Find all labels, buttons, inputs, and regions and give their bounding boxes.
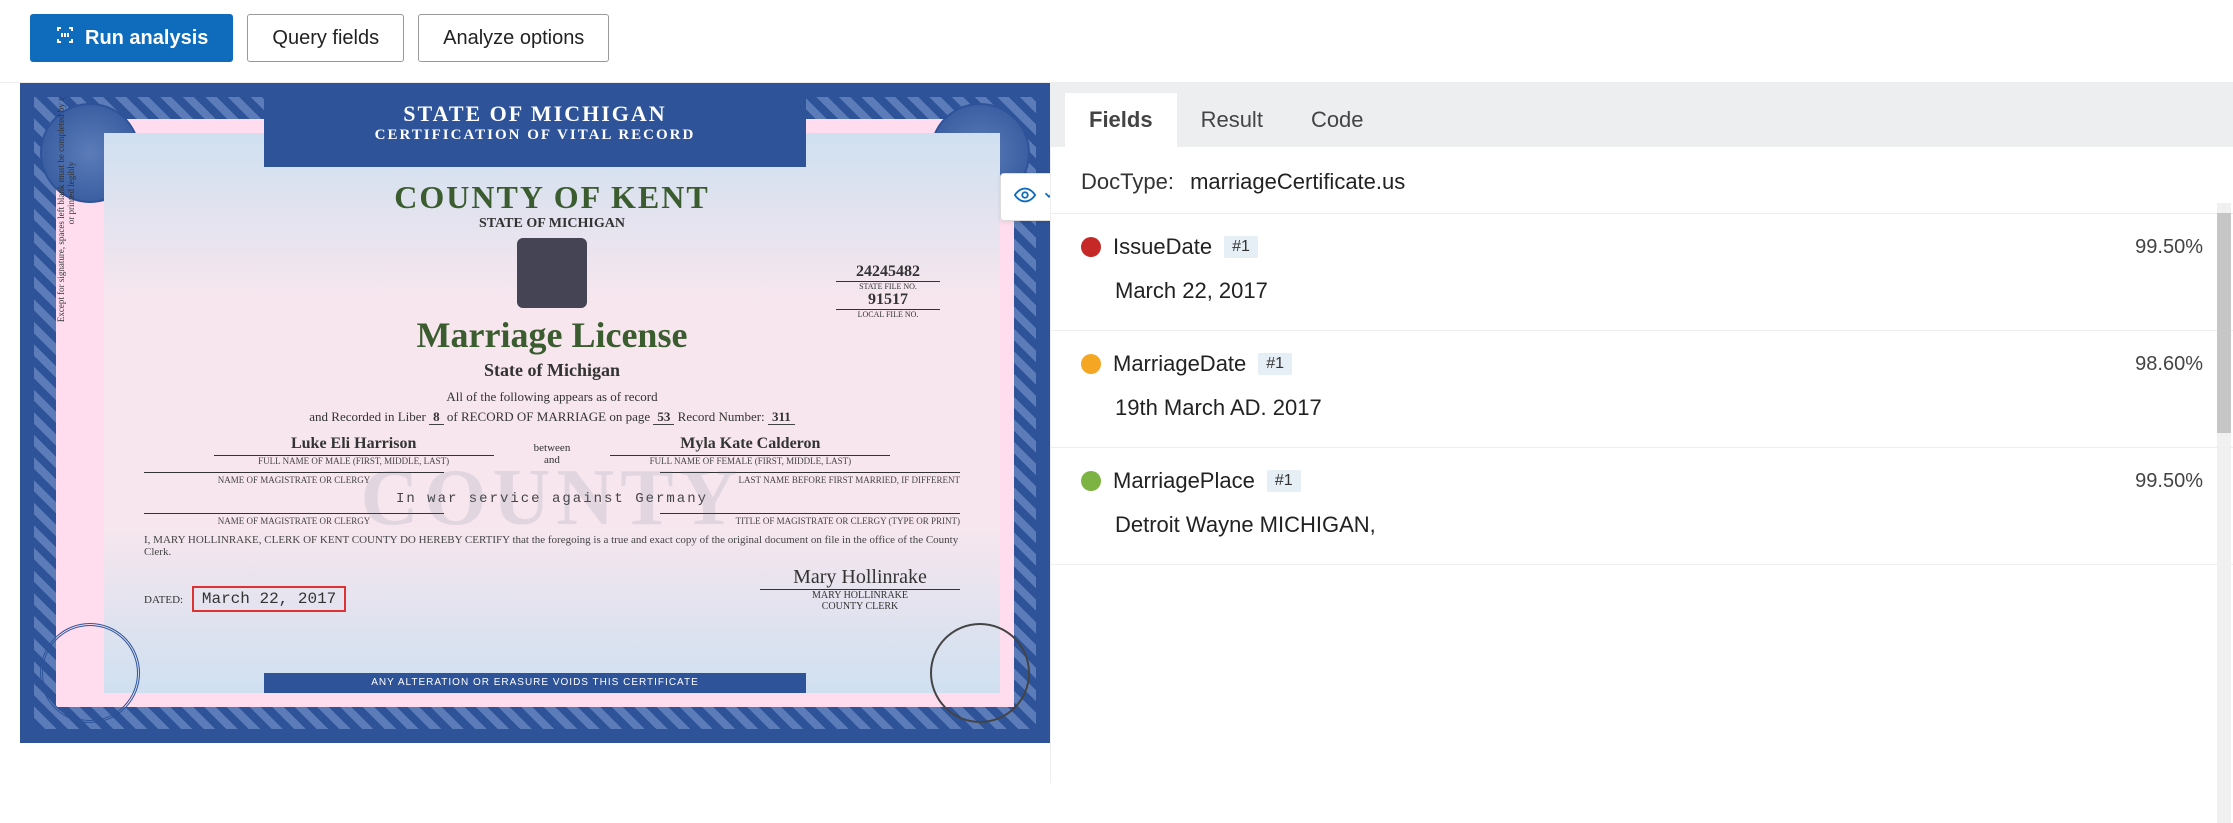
scan-icon xyxy=(55,25,75,51)
liber-line: and Recorded in Liber 8 of RECORD OF MAR… xyxy=(104,409,1000,425)
field-name: MarriageDate xyxy=(1113,351,1246,377)
doctype-row: DocType: marriageCertificate.us xyxy=(1051,147,2233,214)
analyze-options-button[interactable]: Analyze options xyxy=(418,14,609,62)
doctype-value: marriageCertificate.us xyxy=(1190,169,1405,194)
state-seal-bottom-icon xyxy=(40,623,140,723)
record-no: 311 xyxy=(768,409,795,425)
field-value: Detroit Wayne MICHIGAN, xyxy=(1115,512,2203,538)
field-color-dot xyxy=(1081,354,1101,374)
bottom-bar: ANY ALTERATION OR ERASURE VOIDS THIS CER… xyxy=(264,673,806,693)
clerk-title: COUNTY CLERK xyxy=(822,601,899,612)
page-no: 53 xyxy=(653,409,674,425)
field-head: MarriageDate #1 98.60% xyxy=(1081,351,2203,377)
field-confidence: 99.50% xyxy=(2135,470,2203,493)
court-seal-icon xyxy=(930,623,1030,723)
issue-date-highlight: March 22, 2017 xyxy=(192,586,346,612)
fields-list[interactable]: IssueDate #1 99.50% March 22, 2017 MarriageD… xyxy=(1051,214,2233,783)
field-badge: #1 xyxy=(1224,236,1258,258)
field-value: 19th March AD. 2017 xyxy=(1115,395,2203,421)
county-title: COUNTY OF KENT xyxy=(104,179,1000,216)
field-item[interactable]: MarriageDate #1 98.60% 19th March AD. 2017 xyxy=(1051,331,2233,448)
run-analysis-label: Run analysis xyxy=(85,27,208,50)
field-color-dot xyxy=(1081,237,1101,257)
signature-row: DATED: March 22, 2017 Mary Hollinrake MA… xyxy=(104,566,1000,612)
state-file-no: 24245482 xyxy=(836,263,940,282)
field-badge: #1 xyxy=(1267,470,1301,492)
clerk-signature: Mary Hollinrake xyxy=(760,566,960,590)
as-of-record: All of the following appears as of recor… xyxy=(104,389,1000,405)
clerk-name: MARY HOLLINRAKE xyxy=(812,590,908,601)
side-text: Except for signature, spaces left blank … xyxy=(56,83,76,323)
tab-fields[interactable]: Fields xyxy=(1065,93,1177,147)
scrollbar-thumb[interactable] xyxy=(2217,213,2231,433)
state-seal-icon xyxy=(517,238,587,308)
document-image[interactable]: STATE OF MICHIGAN CERTIFICATION OF VITAL… xyxy=(20,83,1050,743)
clerk-block: Mary Hollinrake MARY HOLLINRAKE COUNTY C… xyxy=(760,566,960,612)
watermark: COUNTY xyxy=(361,453,744,544)
field-head: MarriagePlace #1 99.50% xyxy=(1081,468,2203,494)
field-color-dot xyxy=(1081,471,1101,491)
document-title: Marriage License xyxy=(104,314,1000,356)
document-preview-pane: STATE OF MICHIGAN CERTIFICATION OF VITAL… xyxy=(0,83,1050,783)
field-badge: #1 xyxy=(1258,353,1292,375)
field-confidence: 99.50% xyxy=(2135,236,2203,259)
field-head: IssueDate #1 99.50% xyxy=(1081,234,2203,260)
field-item[interactable]: IssueDate #1 99.50% March 22, 2017 xyxy=(1051,214,2233,331)
local-file-no: 91517 xyxy=(836,291,940,310)
tab-code[interactable]: Code xyxy=(1287,93,1388,147)
field-item[interactable]: MarriagePlace #1 99.50% Detroit Wayne MICHI… xyxy=(1051,448,2233,565)
state-file-label: STATE FILE NO. xyxy=(836,282,940,291)
field-value: March 22, 2017 xyxy=(1115,278,2203,304)
tab-result[interactable]: Result xyxy=(1177,93,1287,147)
state-small: STATE OF MICHIGAN xyxy=(104,216,1000,232)
field-confidence: 98.60% xyxy=(2135,353,2203,376)
field-name: IssueDate xyxy=(1113,234,1212,260)
query-fields-label: Query fields xyxy=(272,27,379,50)
query-fields-button[interactable]: Query fields xyxy=(247,14,404,62)
file-numbers: 24245482 STATE FILE NO. 91517 LOCAL FILE… xyxy=(836,263,940,319)
local-file-label: LOCAL FILE NO. xyxy=(836,310,940,319)
liber-no: 8 xyxy=(429,409,444,425)
tabs-bar: Fields Result Code xyxy=(1051,83,2233,147)
field-name: MarriagePlace xyxy=(1113,468,1255,494)
state-line: State of Michigan xyxy=(104,360,1000,381)
doctype-label: DocType: xyxy=(1081,169,1174,194)
doc-header-line1: STATE OF MICHIGAN xyxy=(264,101,806,127)
document-body: Except for signature, spaces left blank … xyxy=(104,133,1000,693)
run-analysis-button[interactable]: Run analysis xyxy=(30,14,233,62)
main-area: STATE OF MICHIGAN CERTIFICATION OF VITAL… xyxy=(0,83,2233,783)
eye-icon xyxy=(1014,184,1036,211)
scrollbar[interactable] xyxy=(2217,203,2231,823)
analyze-options-label: Analyze options xyxy=(443,27,584,50)
toolbar: Run analysis Query fields Analyze option… xyxy=(0,0,2233,83)
results-pane: Fields Result Code DocType: marriageCert… xyxy=(1050,83,2233,783)
dated-block: DATED: March 22, 2017 xyxy=(144,586,346,612)
